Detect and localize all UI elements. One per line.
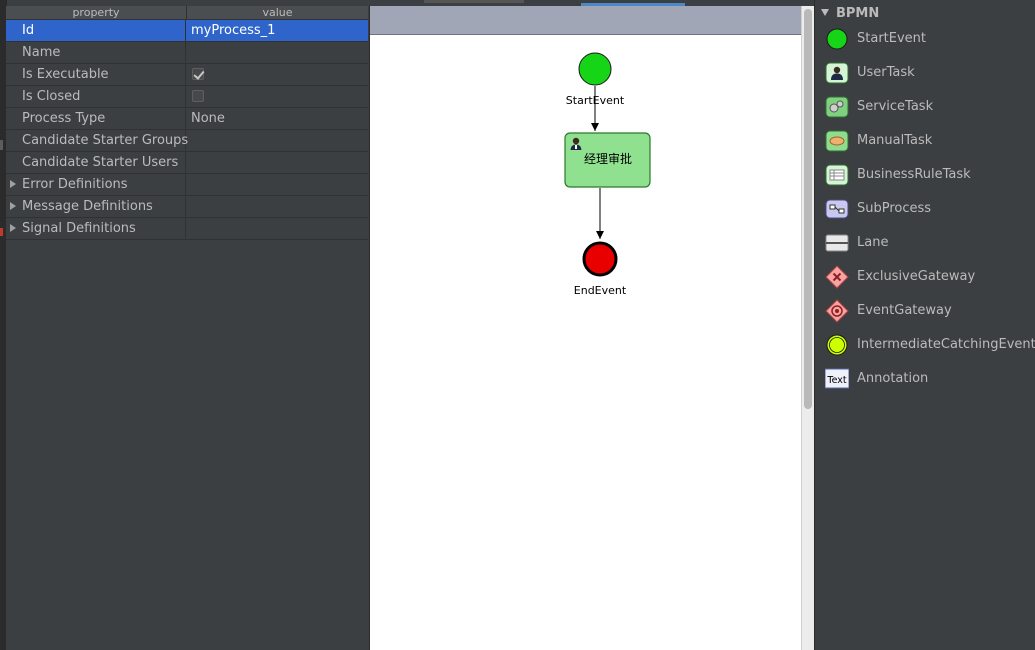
- palette-item-start-event[interactable]: StartEvent: [825, 27, 1030, 51]
- lane-icon: [825, 234, 849, 252]
- bpmn-diagram[interactable]: StartEvent 经理审批 EndEvent: [370, 6, 802, 650]
- manual-task-icon: [825, 130, 849, 152]
- property-row-is-executable[interactable]: Is Executable: [6, 64, 368, 86]
- property-name: Error Definitions: [6, 174, 186, 195]
- property-row-error-definitions[interactable]: Error Definitions: [6, 174, 368, 196]
- palette-item-label: ExclusiveGateway: [857, 269, 976, 284]
- signal-definitions-value: [187, 218, 368, 239]
- palette-item-label: BusinessRuleTask: [857, 167, 971, 182]
- palette-item-label: Lane: [857, 235, 889, 250]
- editor-tab[interactable]: [424, 0, 524, 3]
- user-task-label: 经理审批: [584, 151, 632, 166]
- palette-item-event-gateway[interactable]: EventGateway: [825, 299, 1030, 323]
- property-name: Id: [6, 20, 186, 41]
- palette-item-label: ServiceTask: [857, 99, 934, 114]
- exclusive-gateway-icon: [825, 265, 849, 289]
- property-row-id[interactable]: Id myProcess_1: [6, 20, 368, 42]
- property-name: Is Closed: [6, 86, 186, 107]
- palette-item-label: IntermediateCatchingEvent: [857, 337, 1035, 352]
- palette-item-annotation[interactable]: Text Annotation: [825, 367, 1030, 391]
- start-event-label: StartEvent: [566, 94, 625, 107]
- property-name: Message Definitions: [6, 196, 186, 217]
- palette-item-business-rule-task[interactable]: BusinessRuleTask: [825, 163, 1030, 187]
- property-row-candidate-starter-groups[interactable]: Candidate Starter Groups: [6, 130, 368, 152]
- palette-item-intermediate-catching-event[interactable]: IntermediateCatchingEvent: [825, 333, 1035, 357]
- candidate-starter-groups-field[interactable]: [187, 130, 368, 151]
- message-definitions-value: [187, 196, 368, 217]
- diagram-canvas[interactable]: StartEvent 经理审批 EndEvent: [369, 6, 802, 650]
- property-row-is-closed[interactable]: Is Closed: [6, 86, 368, 108]
- annotation-icon: Text: [825, 368, 849, 389]
- palette-item-label: EventGateway: [857, 303, 952, 318]
- property-column-header[interactable]: property: [6, 6, 187, 19]
- property-row-name[interactable]: Name: [6, 42, 368, 64]
- scrollbar-thumb[interactable]: [804, 9, 812, 409]
- bpmn-palette: BPMN StartEvent UserTask ServiceTask Man…: [814, 0, 1035, 650]
- service-task-icon: [825, 96, 849, 118]
- process-type-select[interactable]: None: [187, 108, 368, 129]
- palette-item-label: ManualTask: [857, 133, 933, 148]
- end-event-label: EndEvent: [574, 284, 627, 297]
- palette-title: BPMN: [836, 6, 880, 21]
- palette-item-service-task[interactable]: ServiceTask: [825, 95, 1030, 119]
- end-event-node[interactable]: [582, 241, 618, 277]
- property-name: Signal Definitions: [6, 218, 186, 239]
- palette-item-user-task[interactable]: UserTask: [825, 61, 1030, 85]
- property-table-header: property value: [6, 6, 368, 20]
- is-closed-value: [187, 86, 368, 107]
- property-name: Process Type: [6, 108, 186, 129]
- is-executable-value: [187, 64, 368, 85]
- property-row-signal-definitions[interactable]: Signal Definitions: [6, 218, 368, 240]
- palette-item-lane[interactable]: Lane: [825, 231, 1030, 255]
- event-gateway-icon: [825, 299, 849, 323]
- is-executable-checkbox[interactable]: [192, 68, 204, 80]
- palette-item-label: StartEvent: [857, 31, 926, 46]
- user-task-icon: [825, 62, 849, 84]
- start-event-icon: [826, 28, 848, 50]
- property-row-process-type[interactable]: Process Type None: [6, 108, 368, 130]
- palette-item-manual-task[interactable]: ManualTask: [825, 129, 1030, 153]
- palette-item-label: SubProcess: [857, 201, 932, 216]
- palette-item-label: Annotation: [857, 371, 929, 386]
- subprocess-icon: [825, 199, 849, 219]
- start-event-node[interactable]: [578, 52, 612, 86]
- property-table: property value Id myProcess_1 Name Is Ex…: [6, 6, 368, 650]
- property-row-candidate-starter-users[interactable]: Candidate Starter Users: [6, 152, 368, 174]
- edge-marker: [0, 140, 3, 150]
- property-name: Name: [6, 42, 186, 63]
- palette-group-header[interactable]: BPMN: [821, 6, 879, 22]
- id-value-field[interactable]: myProcess_1: [187, 20, 368, 41]
- value-column-header[interactable]: value: [187, 6, 368, 19]
- edge-marker-red: [0, 228, 3, 236]
- canvas-vertical-scrollbar[interactable]: [801, 6, 814, 650]
- property-name: Candidate Starter Groups: [6, 130, 188, 151]
- property-name: Candidate Starter Users: [6, 152, 186, 173]
- business-rule-task-icon: [825, 164, 849, 186]
- annotation-icon-text: Text: [826, 375, 846, 386]
- intermediate-catching-event-icon: [826, 334, 848, 356]
- is-closed-checkbox[interactable]: [192, 90, 204, 102]
- palette-item-subprocess[interactable]: SubProcess: [825, 197, 1030, 221]
- palette-item-exclusive-gateway[interactable]: ExclusiveGateway: [825, 265, 1030, 289]
- collapse-arrow-icon[interactable]: [821, 9, 829, 16]
- property-row-message-definitions[interactable]: Message Definitions: [6, 196, 368, 218]
- property-name: Is Executable: [6, 64, 186, 85]
- candidate-starter-users-field[interactable]: [187, 152, 368, 173]
- error-definitions-value: [187, 174, 368, 195]
- palette-item-label: UserTask: [857, 65, 915, 80]
- name-value-field[interactable]: [187, 42, 368, 63]
